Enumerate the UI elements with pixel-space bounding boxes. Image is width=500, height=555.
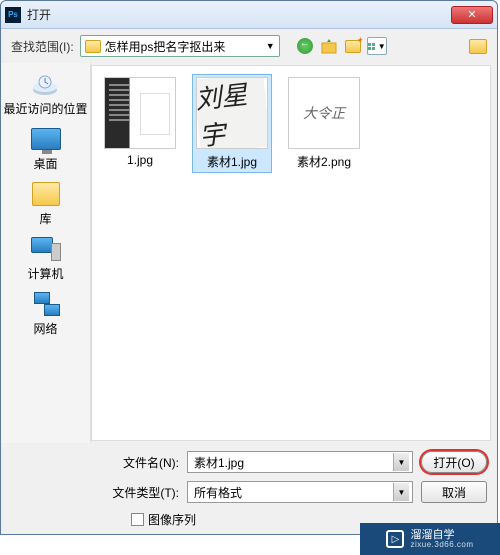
back-arrow-icon <box>297 38 313 54</box>
filename-row: 文件名(N): 素材1.jpg ▼ 打开(O) <box>101 451 487 473</box>
sidebar-item-label: 网络 <box>33 320 57 337</box>
back-button[interactable] <box>296 37 314 55</box>
file-thumbnail: 刘星宇 <box>196 77 268 149</box>
open-file-dialog: Ps 打开 ✕ 查找范围(I): 怎样用ps把名字抠出来 ▼ ▼ <box>0 0 498 535</box>
network-icon <box>29 290 63 318</box>
chevron-down-icon: ▼ <box>266 41 275 51</box>
sidebar-item-libraries[interactable]: 库 <box>29 179 63 228</box>
sidebar-item-recent[interactable]: 最近访问的位置 <box>3 69 87 118</box>
folder-dropdown[interactable]: 怎样用ps把名字抠出来 ▼ <box>80 35 280 57</box>
desktop-icon <box>29 125 63 153</box>
up-folder-button[interactable] <box>320 37 338 55</box>
sidebar-item-label: 计算机 <box>27 265 63 282</box>
file-list[interactable]: 1.jpg 刘星宇 素材1.jpg 大令正 素材2.png <box>91 65 491 441</box>
watermark-brand: 溜溜自学 <box>410 529 473 541</box>
view-mode-button[interactable]: ▼ <box>368 37 386 55</box>
computer-icon <box>28 235 62 263</box>
toolbar: 查找范围(I): 怎样用ps把名字抠出来 ▼ ▼ <box>1 29 497 63</box>
up-folder-icon <box>321 38 337 54</box>
new-folder-button[interactable] <box>344 37 362 55</box>
sidebar-item-label: 库 <box>39 210 51 227</box>
filetype-label: 文件类型(T): <box>101 484 179 501</box>
view-grid-icon: ▼ <box>367 37 387 55</box>
sidebar-item-label: 最近访问的位置 <box>3 100 87 117</box>
file-item-3[interactable]: 大令正 素材2.png <box>284 74 364 173</box>
sidebar-item-network[interactable]: 网络 <box>29 289 63 338</box>
scope-label: 查找范围(I): <box>11 38 74 55</box>
file-thumbnail: 大令正 <box>288 77 360 149</box>
dialog-title: 打开 <box>27 6 451 23</box>
filetype-select[interactable]: 所有格式 ▼ <box>187 481 413 503</box>
photoshop-icon: Ps <box>5 7 21 23</box>
file-thumbnail <box>104 77 176 149</box>
file-label: 1.jpg <box>127 153 153 167</box>
folder-icon <box>85 40 101 53</box>
chevron-down-icon[interactable]: ▼ <box>393 483 409 501</box>
folder-icon <box>469 39 487 54</box>
filetype-row: 文件类型(T): 所有格式 ▼ 取消 <box>101 481 487 503</box>
close-button[interactable]: ✕ <box>451 6 493 24</box>
nav-icons: ▼ <box>296 37 386 55</box>
places-sidebar: 最近访问的位置 桌面 库 计算机 网络 <box>1 63 91 443</box>
folder-name: 怎样用ps把名字抠出来 <box>105 38 226 55</box>
file-label: 素材1.jpg <box>207 153 257 170</box>
open-button[interactable]: 打开(O) <box>421 451 487 473</box>
cancel-button[interactable]: 取消 <box>421 481 487 503</box>
image-sequence-checkbox[interactable] <box>131 513 144 526</box>
dialog-body: 最近访问的位置 桌面 库 计算机 网络 <box>1 63 497 443</box>
titlebar: Ps 打开 ✕ <box>1 1 497 29</box>
filename-label: 文件名(N): <box>101 454 179 471</box>
new-folder-icon <box>345 40 361 53</box>
recent-places-icon <box>28 70 62 98</box>
sidebar-item-label: 桌面 <box>33 155 57 172</box>
sequence-label: 图像序列 <box>148 511 196 528</box>
play-icon: ▷ <box>386 530 404 548</box>
sidebar-item-desktop[interactable]: 桌面 <box>29 124 63 173</box>
watermark: ▷ 溜溜自学 zixue.3d66.com <box>360 523 500 555</box>
file-label: 素材2.png <box>297 153 351 170</box>
create-folder-button[interactable] <box>469 37 487 55</box>
file-item-2[interactable]: 刘星宇 素材1.jpg <box>192 74 272 173</box>
file-item-1[interactable]: 1.jpg <box>100 74 180 170</box>
library-icon <box>29 180 63 208</box>
watermark-url: zixue.3d66.com <box>410 541 473 550</box>
filename-input[interactable]: 素材1.jpg ▼ <box>187 451 413 473</box>
bottom-panel: 文件名(N): 素材1.jpg ▼ 打开(O) 文件类型(T): 所有格式 ▼ … <box>1 443 497 534</box>
chevron-down-icon[interactable]: ▼ <box>393 453 409 471</box>
sidebar-item-computer[interactable]: 计算机 <box>27 234 63 283</box>
